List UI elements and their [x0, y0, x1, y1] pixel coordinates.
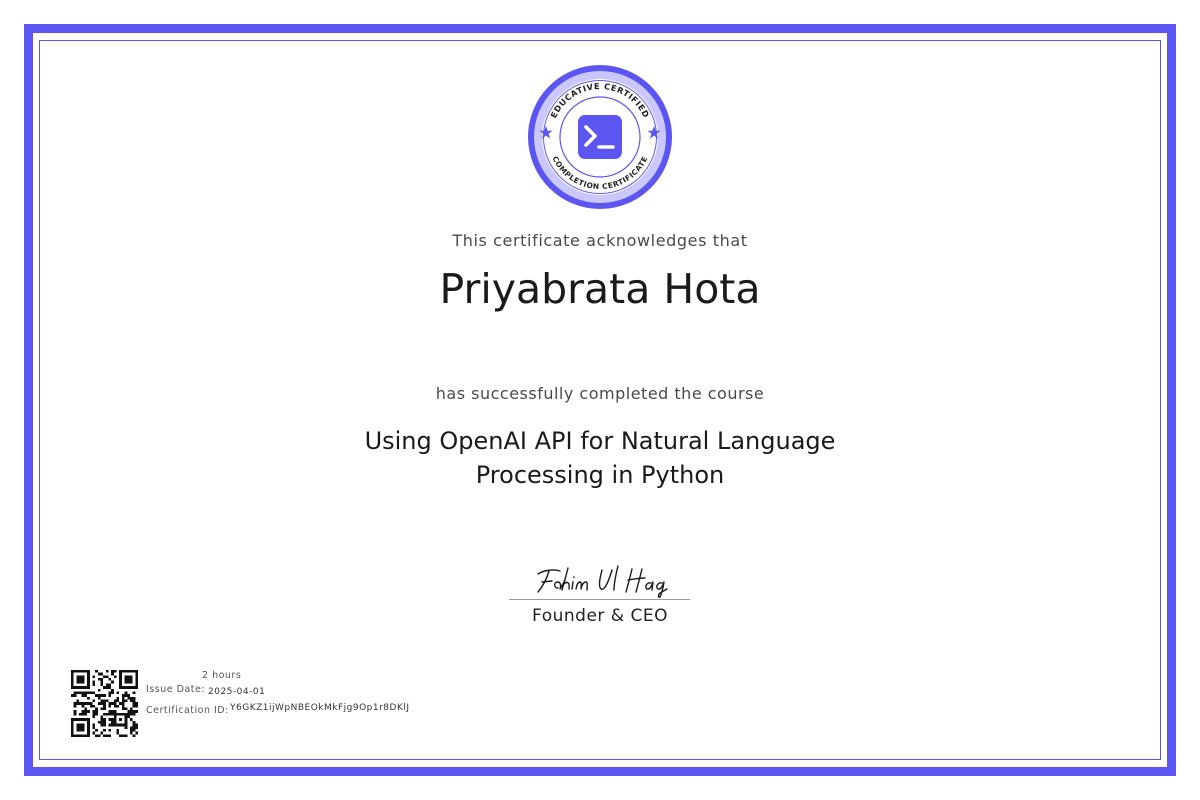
course-title-line: Using OpenAI API for Natural Language [364, 427, 836, 455]
certification-id-label: Certification ID: [146, 705, 229, 716]
certification-seal: EDUCATIVE CERTIFIED COMPLETION CERTIFICA… [528, 65, 672, 209]
completion-text: has successfully completed the course [435, 384, 765, 403]
signer-title: Founder & CEO [532, 606, 668, 626]
acknowledgement-text: This certificate acknowledges that [452, 231, 748, 250]
terminal-prompt-icon [578, 115, 622, 159]
course-duration: 2 hours [202, 670, 242, 681]
recipient-name: Priyabrata Hota [439, 265, 761, 313]
certification-id-value: Y6GKZ1ijWpNBEOkMkFjg9Op1r8DKlJ [230, 703, 410, 713]
issue-date-value: 2025-04-01 [208, 687, 266, 697]
course-title: Using OpenAI API for Natural Language Pr… [300, 424, 900, 492]
signature-line [509, 599, 690, 600]
course-title-line: Processing in Python [475, 461, 725, 489]
verification-qr-code[interactable] [71, 670, 138, 737]
founder-signature [537, 565, 668, 598]
issue-date-label: Issue Date: [146, 684, 205, 695]
